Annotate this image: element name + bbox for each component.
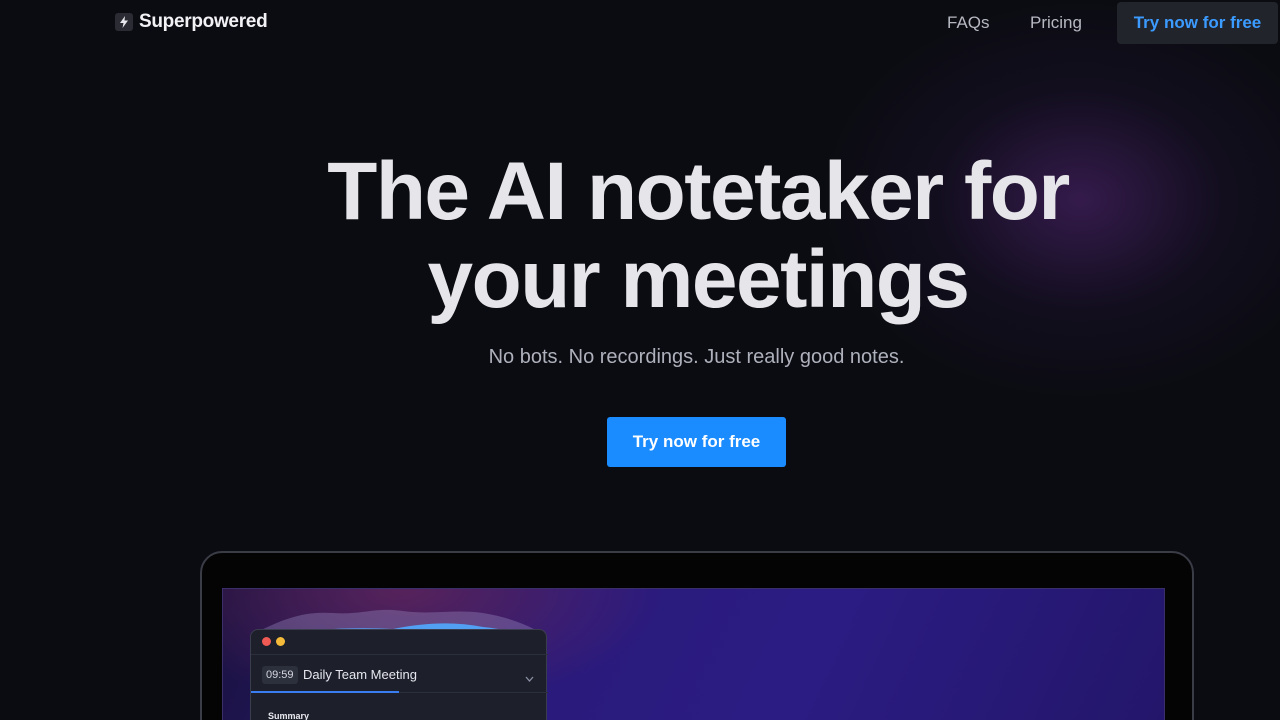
- meeting-time-badge: 09:59: [262, 666, 298, 684]
- brand-logo[interactable]: Superpowered: [115, 11, 268, 33]
- hero-title-line-2: your meetings: [427, 234, 970, 325]
- window-close-dot[interactable]: [262, 637, 271, 646]
- nav-link-pricing[interactable]: Pricing: [1030, 13, 1082, 33]
- meeting-title: Daily Team Meeting: [303, 667, 417, 682]
- hero-try-now-button[interactable]: Try now for free: [607, 417, 786, 467]
- bolt-icon: [115, 13, 133, 31]
- top-nav: Superpowered FAQs Pricing Try now for fr…: [0, 0, 1280, 46]
- active-tab-indicator: [251, 691, 399, 693]
- hero-title-line-1: The AI notetaker for: [327, 146, 1070, 237]
- nav-try-now-button[interactable]: Try now for free: [1117, 2, 1278, 44]
- nav-link-faqs[interactable]: FAQs: [947, 13, 990, 33]
- hero-subtitle: No bots. No recordings. Just really good…: [488, 346, 905, 368]
- landing-page: Superpowered FAQs Pricing Try now for fr…: [0, 0, 1280, 720]
- divider: [251, 654, 548, 655]
- summary-heading: Summary: [268, 711, 310, 720]
- chevron-down-icon[interactable]: [525, 669, 534, 687]
- product-preview-screen: 09:59 Daily Team Meeting Summary: [222, 588, 1165, 720]
- meeting-notes-window: 09:59 Daily Team Meeting Summary: [250, 629, 548, 720]
- brand-name: Superpowered: [139, 11, 268, 32]
- window-minimize-dot[interactable]: [276, 637, 285, 646]
- hero-title: The AI notetaker for your meetings: [0, 148, 1280, 324]
